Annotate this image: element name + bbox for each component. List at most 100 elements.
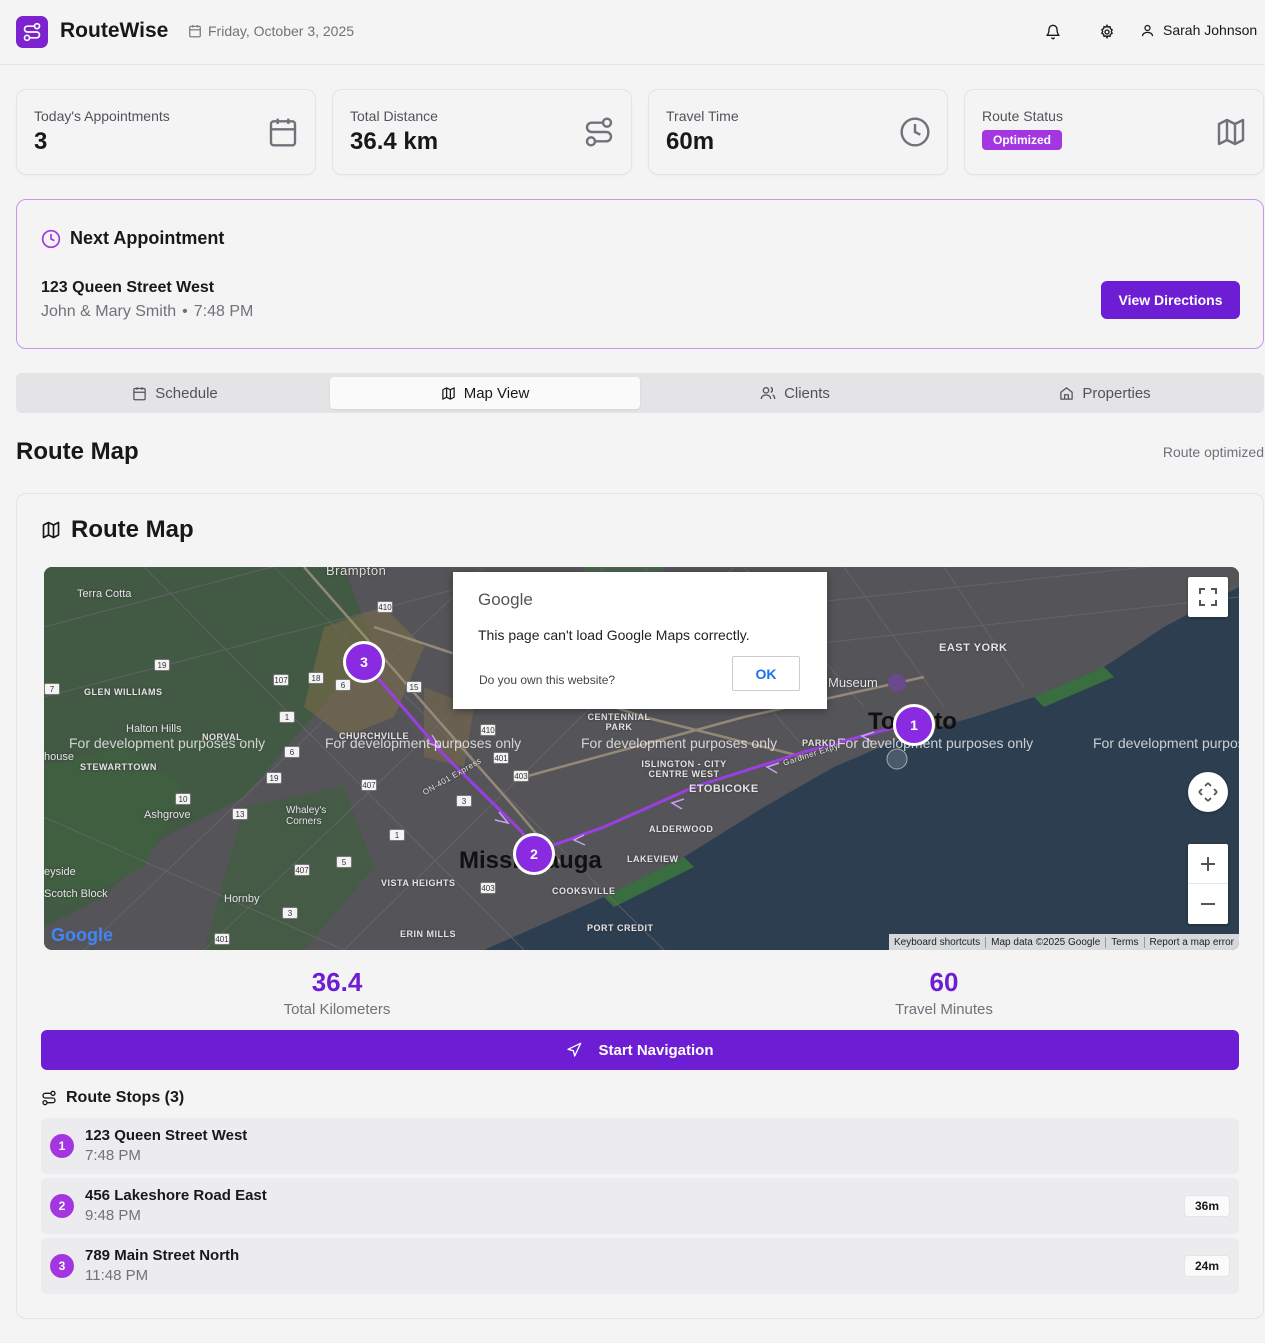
route-icon bbox=[585, 117, 613, 147]
place-label: ERIN MILLS bbox=[400, 929, 456, 939]
place-label: CENTENNIAL PARK bbox=[587, 712, 651, 732]
bell-icon bbox=[1046, 24, 1060, 40]
dialog-ok-button[interactable]: OK bbox=[732, 656, 800, 691]
place-label: Whaley's Corners bbox=[286, 805, 327, 827]
place-label: LAKEVIEW bbox=[627, 854, 679, 864]
view-tabs: Schedule Map View Clients Properties bbox=[16, 373, 1264, 413]
stat-label: Today's Appointments bbox=[34, 108, 170, 124]
status-badge: Optimized bbox=[982, 130, 1063, 150]
zoom-in-button[interactable] bbox=[1188, 844, 1228, 884]
stop-duration-badge: 36m bbox=[1183, 1195, 1230, 1217]
dev-watermark: For development purposes only bbox=[325, 735, 522, 751]
highway-shield: 1 bbox=[389, 829, 405, 841]
fullscreen-button[interactable] bbox=[1188, 577, 1228, 617]
appointment-address: 123 Queen Street West bbox=[41, 279, 215, 296]
place-label: ALDERWOOD bbox=[649, 824, 714, 834]
route-marker[interactable]: 2 bbox=[513, 833, 555, 875]
report-error-link[interactable]: Report a map error bbox=[1143, 936, 1239, 948]
users-icon bbox=[760, 386, 776, 400]
user-menu[interactable]: Sarah Johnson bbox=[1140, 22, 1257, 38]
stop-time: 9:48 PM bbox=[85, 1207, 141, 1224]
route-stop-item[interactable]: 3 789 Main Street North 11:48 PM 24m bbox=[41, 1238, 1239, 1294]
calendar-icon bbox=[133, 386, 146, 400]
highway-shield: 7 bbox=[44, 683, 60, 695]
highway-shield: 5 bbox=[336, 856, 352, 868]
highway-shield: 3 bbox=[456, 795, 472, 807]
separator: • bbox=[182, 303, 188, 320]
stat-card-route-status: Route Status Optimized bbox=[964, 89, 1264, 175]
next-appointment-title: Next Appointment bbox=[41, 228, 224, 249]
tab-map-view[interactable]: Map View bbox=[330, 377, 640, 409]
google-logo-text: Google bbox=[51, 925, 113, 945]
zoom-control bbox=[1188, 844, 1228, 924]
tab-label: Schedule bbox=[155, 384, 218, 402]
app-logo[interactable] bbox=[16, 16, 48, 48]
stat-card-travel-time: Travel Time 60m bbox=[648, 89, 948, 175]
tab-clients[interactable]: Clients bbox=[640, 377, 950, 409]
stop-duration-badge: 24m bbox=[1183, 1255, 1230, 1277]
place-label: ETOBICOKE bbox=[689, 783, 759, 795]
clock-icon bbox=[900, 117, 930, 147]
dev-watermark: For development purposes only bbox=[1093, 735, 1239, 751]
view-directions-button[interactable]: View Directions bbox=[1101, 281, 1240, 319]
route-stops-title: Route Stops (3) bbox=[41, 1089, 184, 1107]
stat-value: 60m bbox=[666, 128, 715, 155]
tab-label: Map View bbox=[463, 384, 530, 402]
stop-address: 123 Queen Street West bbox=[85, 1127, 248, 1144]
highway-shield: 410 bbox=[377, 601, 393, 613]
metric-label: Travel Minutes bbox=[895, 1001, 993, 1018]
google-map[interactable]: Brampton Terra Cotta GLEN WILLIAMS Halto… bbox=[44, 567, 1239, 950]
place-label: Museum bbox=[828, 675, 878, 690]
route-marker[interactable]: 1 bbox=[893, 704, 935, 746]
highway-shield: 18 bbox=[308, 672, 324, 684]
highway-shield: 107 bbox=[273, 674, 289, 686]
highway-shield: 19 bbox=[154, 659, 170, 671]
place-label: Brampton bbox=[326, 567, 387, 578]
route-stop-item[interactable]: 2 456 Lakeshore Road East 9:48 PM 36m bbox=[41, 1178, 1239, 1234]
keyboard-shortcuts-link[interactable]: Keyboard shortcuts bbox=[889, 937, 985, 948]
pan-arrows-icon bbox=[1198, 782, 1218, 802]
highway-shield: 407 bbox=[294, 864, 310, 876]
dev-watermark: For development purposes only bbox=[837, 735, 1034, 751]
highway-shield: 403 bbox=[513, 770, 529, 782]
calendar-icon bbox=[189, 25, 201, 38]
terms-link[interactable]: Terms bbox=[1105, 936, 1143, 948]
stop-time: 11:48 PM bbox=[85, 1267, 149, 1284]
zoom-out-button[interactable] bbox=[1188, 884, 1228, 924]
tab-properties[interactable]: Properties bbox=[950, 377, 1260, 409]
dialog-question-link[interactable]: Do you own this website? bbox=[479, 673, 615, 687]
gear-icon bbox=[1101, 24, 1113, 40]
metric-value: 60 bbox=[929, 967, 959, 997]
home-icon bbox=[1060, 386, 1074, 400]
user-name: Sarah Johnson bbox=[1163, 22, 1258, 38]
button-label: Start Navigation bbox=[598, 1041, 714, 1059]
stop-number: 1 bbox=[50, 1134, 74, 1158]
stop-address: 456 Lakeshore Road East bbox=[85, 1187, 267, 1204]
notifications-button[interactable] bbox=[1041, 20, 1065, 44]
highway-shield: 10 bbox=[175, 793, 191, 805]
app-header: RouteWise Friday, October 3, 2025 Sarah … bbox=[0, 0, 1265, 65]
metric-value: 36.4 bbox=[311, 967, 363, 997]
dev-watermark: For development purposes only bbox=[69, 735, 266, 751]
highway-shield: 13 bbox=[232, 808, 248, 820]
route-stop-item[interactable]: 1 123 Queen Street West 7:48 PM bbox=[41, 1118, 1239, 1174]
maps-error-dialog: Google This page can't load Google Maps … bbox=[453, 572, 827, 709]
camera-control-button[interactable] bbox=[1188, 772, 1228, 812]
place-label: ISLINGTON - CITY CENTRE WEST bbox=[641, 759, 727, 779]
place-label: Terra Cotta bbox=[77, 588, 132, 600]
highway-shield: 6 bbox=[284, 746, 300, 758]
google-logo: Google bbox=[51, 925, 113, 946]
map-attribution: Keyboard shortcuts Map data ©2025 Google… bbox=[888, 934, 1239, 950]
place-label: eyside bbox=[44, 866, 76, 878]
map-data-text: Map data ©2025 Google bbox=[985, 936, 1105, 948]
place-label: GLEN WILLIAMS bbox=[84, 687, 163, 697]
settings-button[interactable] bbox=[1095, 20, 1119, 44]
highway-shield: 401 bbox=[214, 933, 230, 945]
highway-shield: 3 bbox=[282, 907, 298, 919]
tab-schedule[interactable]: Schedule bbox=[20, 377, 330, 409]
place-label: Halton Hills bbox=[126, 723, 182, 735]
metric-label: Total Kilometers bbox=[283, 1001, 391, 1018]
metric-total-km: 36.4 Total Kilometers bbox=[237, 967, 437, 1018]
start-navigation-button[interactable]: Start Navigation bbox=[41, 1030, 1239, 1070]
route-marker[interactable]: 3 bbox=[343, 641, 385, 683]
